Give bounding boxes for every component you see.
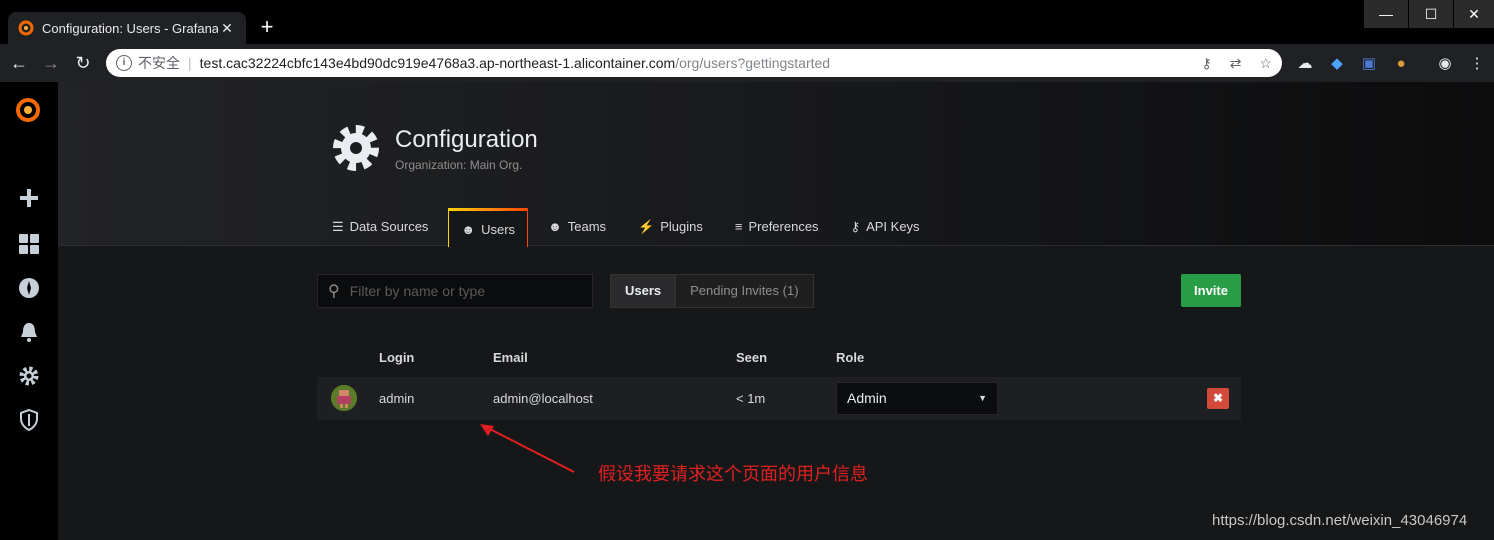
key-icon: ⚷ bbox=[850, 218, 861, 234]
extension-window-icon[interactable]: ▣ bbox=[1360, 55, 1378, 73]
segment-users-button[interactable]: Users bbox=[611, 275, 677, 307]
tab-label: Data Sources bbox=[349, 219, 429, 234]
segment-pending-invites-button[interactable]: Pending Invites (1) bbox=[676, 275, 813, 307]
gear-icon[interactable] bbox=[17, 364, 41, 388]
address-separator: | bbox=[188, 55, 192, 71]
users-segment-control: Users Pending Invites (1) bbox=[610, 274, 814, 308]
annotation-text: 假设我要请求这个页面的用户信息 bbox=[598, 464, 868, 485]
role-select-value: Admin bbox=[847, 390, 887, 406]
plus-icon[interactable] bbox=[17, 186, 41, 210]
url-host: test.cac32224cbfc143e4bd90dc919e4768a3.a… bbox=[199, 55, 676, 71]
tab-plugins[interactable]: ⚡ Plugins bbox=[626, 207, 715, 246]
bell-icon[interactable] bbox=[17, 320, 41, 344]
compass-icon[interactable] bbox=[17, 276, 41, 300]
browser-tab[interactable]: Configuration: Users - Grafana ✕ bbox=[8, 12, 246, 44]
tab-title: Configuration: Users - Grafana bbox=[42, 20, 218, 36]
back-arrow-icon[interactable]: ← bbox=[8, 52, 30, 74]
column-header-seen: Seen bbox=[736, 350, 768, 365]
address-bar[interactable]: i 不安全 | test.cac32224cbfc143e4bd90dc919e… bbox=[106, 49, 1282, 77]
tab-close-icon[interactable]: ✕ bbox=[218, 20, 236, 37]
star-icon[interactable]: ☆ bbox=[1259, 55, 1272, 72]
plug-icon: ⚡ bbox=[638, 218, 655, 234]
reload-icon[interactable]: ↻ bbox=[72, 52, 94, 74]
tab-teams[interactable]: ☻ Teams bbox=[536, 207, 618, 246]
page-subtitle: Organization: Main Org. bbox=[395, 158, 523, 172]
omnibox-actions: ⚷ ⇄ ☆ bbox=[1201, 55, 1272, 72]
role-select[interactable]: Admin ▼ bbox=[836, 382, 998, 415]
tab-users[interactable]: ☻ Users bbox=[448, 208, 529, 247]
maximize-button[interactable]: ☐ bbox=[1409, 0, 1453, 28]
filter-input[interactable] bbox=[349, 283, 570, 299]
tab-label: Teams bbox=[567, 219, 607, 234]
user-icon: ☻ bbox=[461, 221, 476, 237]
tab-label: Plugins bbox=[660, 219, 703, 234]
profile-icon[interactable]: ◉ bbox=[1436, 55, 1454, 73]
annotation-arrow bbox=[480, 424, 575, 473]
grafana-logo-icon[interactable] bbox=[14, 96, 42, 124]
close-window-button[interactable]: ✕ bbox=[1454, 0, 1494, 28]
tab-data-sources[interactable]: ☰ Data Sources bbox=[320, 207, 440, 246]
browser-tab-strip: Configuration: Users - Grafana ✕ + — ☐ ✕ bbox=[0, 0, 1494, 44]
column-header-email: Email bbox=[493, 350, 528, 365]
sliders-icon: ≡ bbox=[734, 219, 743, 234]
tab-api-keys[interactable]: ⚷ API Keys bbox=[839, 207, 932, 246]
menu-dots-icon[interactable]: ⋮ bbox=[1468, 55, 1486, 73]
url-path: /org/users?gettingstarted bbox=[675, 55, 831, 71]
browser-toolbar: ← → ↻ i 不安全 | test.cac32224cbfc143e4bd90… bbox=[0, 44, 1494, 82]
tab-label: Preferences bbox=[748, 219, 819, 234]
shield-icon[interactable] bbox=[17, 408, 41, 432]
search-icon: ⚲ bbox=[328, 283, 340, 300]
configuration-gear-icon bbox=[333, 125, 379, 171]
config-tabs: ☰ Data Sources ☻ Users ☻ Teams ⚡ Plugins… bbox=[320, 207, 940, 247]
user-login: admin bbox=[379, 391, 415, 406]
extension-cloud-icon[interactable]: ☁ bbox=[1296, 55, 1314, 73]
delete-user-button[interactable]: ✖ bbox=[1207, 388, 1229, 409]
page-header: Configuration Organization: Main Org. ☰ … bbox=[58, 82, 1494, 247]
database-icon: ☰ bbox=[332, 218, 344, 234]
tab-label: API Keys bbox=[866, 219, 920, 234]
tab-preferences[interactable]: ≡ Preferences bbox=[723, 207, 831, 246]
filter-box: ⚲ bbox=[317, 274, 593, 308]
translate-icon[interactable]: ⇄ bbox=[1230, 55, 1242, 72]
dashboards-icon[interactable] bbox=[17, 232, 41, 256]
info-icon[interactable]: i bbox=[116, 55, 132, 71]
new-tab-button[interactable]: + bbox=[255, 16, 279, 40]
user-email: admin@localhost bbox=[493, 391, 593, 406]
insecure-label: 不安全 bbox=[138, 55, 180, 71]
invite-button[interactable]: Invite bbox=[1181, 274, 1241, 307]
tab-label: Users bbox=[481, 221, 516, 237]
key-icon[interactable]: ⚷ bbox=[1201, 55, 1211, 72]
extension-cookie-icon[interactable]: ● bbox=[1392, 55, 1410, 73]
column-header-role: Role bbox=[836, 350, 865, 365]
grafana-sidebar bbox=[0, 82, 58, 540]
user-seen: < 1m bbox=[736, 391, 766, 406]
page-title: Configuration bbox=[395, 126, 538, 153]
forward-arrow-icon[interactable]: → bbox=[40, 52, 62, 74]
users-icon: ☻ bbox=[548, 219, 562, 234]
table-row: admin admin@localhost < 1m Admin ▼ ✖ bbox=[317, 377, 1241, 420]
watermark-text: https://blog.csdn.net/weixin_43046974 bbox=[1212, 512, 1468, 529]
column-header-login: Login bbox=[379, 350, 415, 365]
extension-diamond-icon[interactable]: ◆ bbox=[1328, 55, 1346, 73]
chevron-down-icon: ▼ bbox=[978, 393, 987, 403]
grafana-favicon-icon bbox=[18, 20, 34, 36]
minimize-button[interactable]: — bbox=[1364, 0, 1408, 28]
avatar bbox=[331, 385, 357, 411]
